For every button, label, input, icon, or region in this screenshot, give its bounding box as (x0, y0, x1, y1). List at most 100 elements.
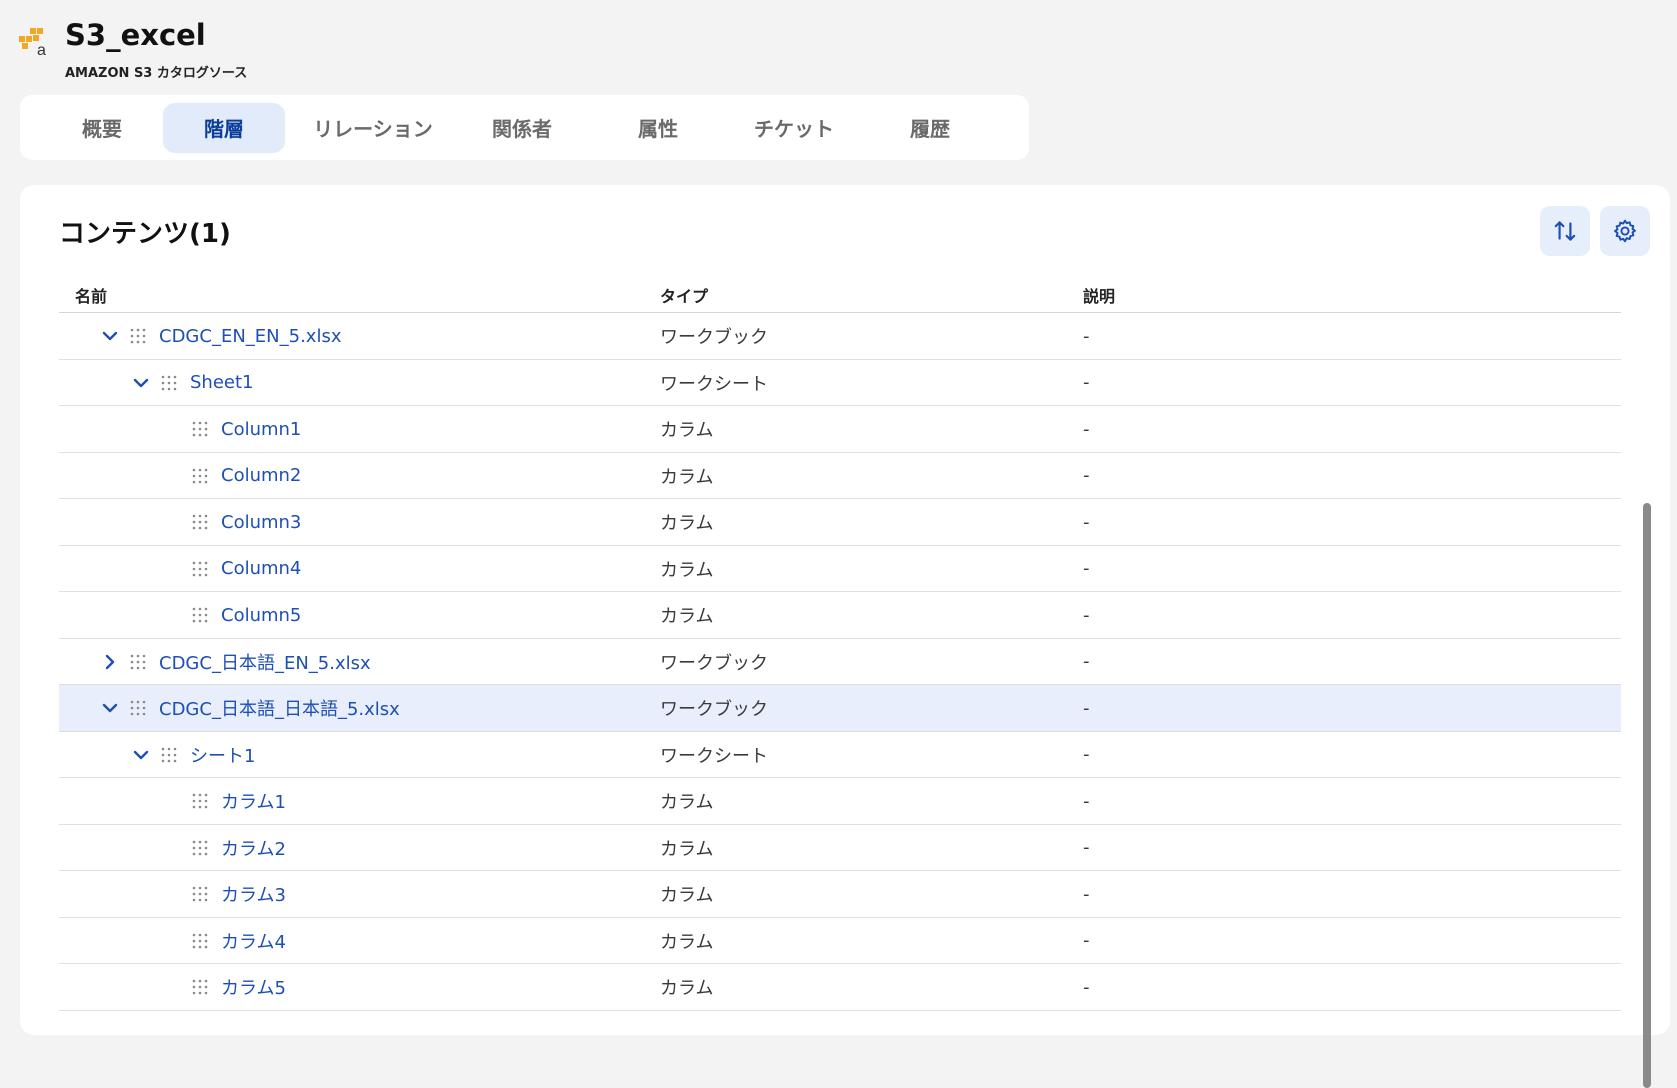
chevron-down-icon[interactable] (130, 372, 152, 394)
scrollbar-thumb[interactable] (1643, 503, 1651, 1088)
column-header-name[interactable]: 名前 (75, 283, 107, 307)
sort-button[interactable] (1540, 206, 1590, 256)
drag-handle-icon[interactable] (191, 467, 209, 485)
table-row[interactable]: Sheet1 ワークシート - (59, 360, 1621, 406)
tab-stakeholders[interactable]: 関係者 (461, 103, 583, 153)
row-name-link[interactable]: Sheet1 (190, 372, 254, 393)
table-row[interactable]: カラム3 カラム - (59, 871, 1621, 918)
tab-relations[interactable]: リレーション (285, 103, 461, 153)
row-description-cell: - (1083, 790, 1090, 812)
row-type-cell: カラム (660, 513, 714, 534)
hierarchy-table: 名前 タイプ 説明 CDGC_EN_EN_5.xlsx ワークブック - Sheet1… (59, 274, 1621, 1011)
tab-hierarchy[interactable]: 階層 (163, 102, 285, 153)
row-name-link[interactable]: Column2 (221, 465, 301, 486)
row-description-cell: - (1083, 744, 1090, 765)
chevron-right-icon[interactable] (99, 651, 121, 673)
row-name-link[interactable]: カラム2 (221, 835, 286, 861)
row-name-cell: Column4 (161, 546, 301, 592)
row-name-cell: Column1 (161, 406, 301, 452)
row-type-cell: ワークブック (660, 327, 768, 348)
drag-handle-icon[interactable] (191, 792, 209, 810)
row-name-link[interactable]: カラム5 (221, 974, 286, 1000)
row-name-cell: カラム3 (161, 871, 286, 917)
row-type-cell: カラム (660, 792, 714, 813)
table-row[interactable]: CDGC_日本語_EN_5.xlsx ワークブック - (59, 639, 1621, 685)
row-name-cell: カラム5 (161, 964, 286, 1010)
row-name-link[interactable]: CDGC_EN_EN_5.xlsx (159, 326, 341, 347)
row-name-link[interactable]: Column1 (221, 419, 301, 440)
table-header: 名前 タイプ 説明 (59, 274, 1621, 313)
row-name-cell: カラム4 (161, 918, 286, 964)
row-description-cell: - (1083, 883, 1090, 905)
table-row[interactable]: Column3 カラム - (59, 499, 1621, 546)
drag-handle-icon[interactable] (191, 885, 209, 903)
row-name-cell: CDGC_日本語_EN_5.xlsx (99, 639, 371, 685)
drag-handle-icon[interactable] (191, 606, 209, 624)
table-row[interactable]: カラム4 カラム - (59, 918, 1621, 964)
aws-logo-icon: a (19, 28, 46, 58)
row-description-cell: - (1083, 837, 1090, 858)
row-name-cell: Sheet1 (130, 360, 254, 406)
row-description-cell: - (1083, 604, 1090, 626)
drag-handle-icon[interactable] (129, 653, 147, 671)
row-name-cell: カラム1 (161, 778, 286, 824)
content-panel: コンテンツ(1) 名前 タイプ 説明 CDGC_EN_EN_5.xlsx ワークブ… (20, 185, 1670, 1088)
row-name-cell: Column3 (161, 499, 301, 545)
drag-handle-icon[interactable] (191, 420, 209, 438)
row-type-cell: ワークシート (660, 373, 768, 395)
row-name-link[interactable]: カラム3 (221, 881, 286, 907)
row-name-link[interactable]: Column5 (221, 605, 301, 626)
row-type-cell: カラム (660, 466, 714, 488)
content-title: コンテンツ(1) (59, 219, 231, 249)
scrollbar[interactable] (1643, 503, 1651, 1088)
chevron-down-icon[interactable] (99, 325, 121, 347)
table-row[interactable]: カラム1 カラム - (59, 778, 1621, 825)
drag-handle-icon[interactable] (160, 746, 178, 764)
page-header: a S3_excel AMAZON S3 カタログソース (18, 14, 618, 84)
table-row[interactable]: Column4 カラム - (59, 546, 1621, 592)
table-row[interactable]: CDGC_EN_EN_5.xlsx ワークブック - (59, 313, 1621, 360)
row-name-link[interactable]: CDGC_日本語_EN_5.xlsx (159, 649, 371, 675)
row-name-cell: Column2 (161, 453, 301, 499)
tab-tickets[interactable]: チケット (733, 103, 855, 153)
column-header-description[interactable]: 説明 (1083, 283, 1115, 307)
table-row[interactable]: カラム5 カラム - (59, 964, 1621, 1011)
drag-handle-icon[interactable] (191, 932, 209, 950)
table-row[interactable]: Column2 カラム - (59, 453, 1621, 499)
row-name-link[interactable]: Column3 (221, 512, 301, 533)
settings-button[interactable] (1600, 206, 1650, 256)
row-name-link[interactable]: カラム1 (221, 788, 286, 814)
page-title: S3_excel (65, 18, 206, 52)
drag-handle-icon[interactable] (191, 513, 209, 531)
tab-attributes[interactable]: 属性 (583, 103, 733, 153)
row-description-cell: - (1083, 651, 1090, 672)
drag-handle-icon[interactable] (160, 374, 178, 392)
drag-handle-icon[interactable] (191, 560, 209, 578)
drag-handle-icon[interactable] (129, 327, 147, 345)
chevron-down-icon[interactable] (99, 697, 121, 719)
chevron-down-icon[interactable] (130, 744, 152, 766)
row-name-link[interactable]: シート1 (190, 742, 255, 768)
sort-icon (1554, 221, 1576, 241)
table-row[interactable]: シート1 ワークシート - (59, 732, 1621, 778)
table-row[interactable]: Column1 カラム - (59, 406, 1621, 453)
row-name-link[interactable]: Column4 (221, 558, 301, 579)
drag-handle-icon[interactable] (191, 978, 209, 996)
tab-history[interactable]: 履歴 (855, 103, 1005, 153)
drag-handle-icon[interactable] (129, 699, 147, 717)
column-header-type[interactable]: タイプ (660, 283, 708, 307)
table-row[interactable]: CDGC_日本語_日本語_5.xlsx ワークブック - (59, 685, 1621, 732)
row-name-link[interactable]: CDGC_日本語_日本語_5.xlsx (159, 695, 400, 721)
tab-overview[interactable]: 概要 (41, 103, 163, 153)
drag-handle-icon[interactable] (191, 839, 209, 857)
row-description-cell: - (1083, 325, 1090, 347)
table-row[interactable]: Column5 カラム - (59, 592, 1621, 639)
table-row[interactable]: カラム2 カラム - (59, 825, 1621, 871)
row-name-link[interactable]: カラム4 (221, 928, 286, 954)
